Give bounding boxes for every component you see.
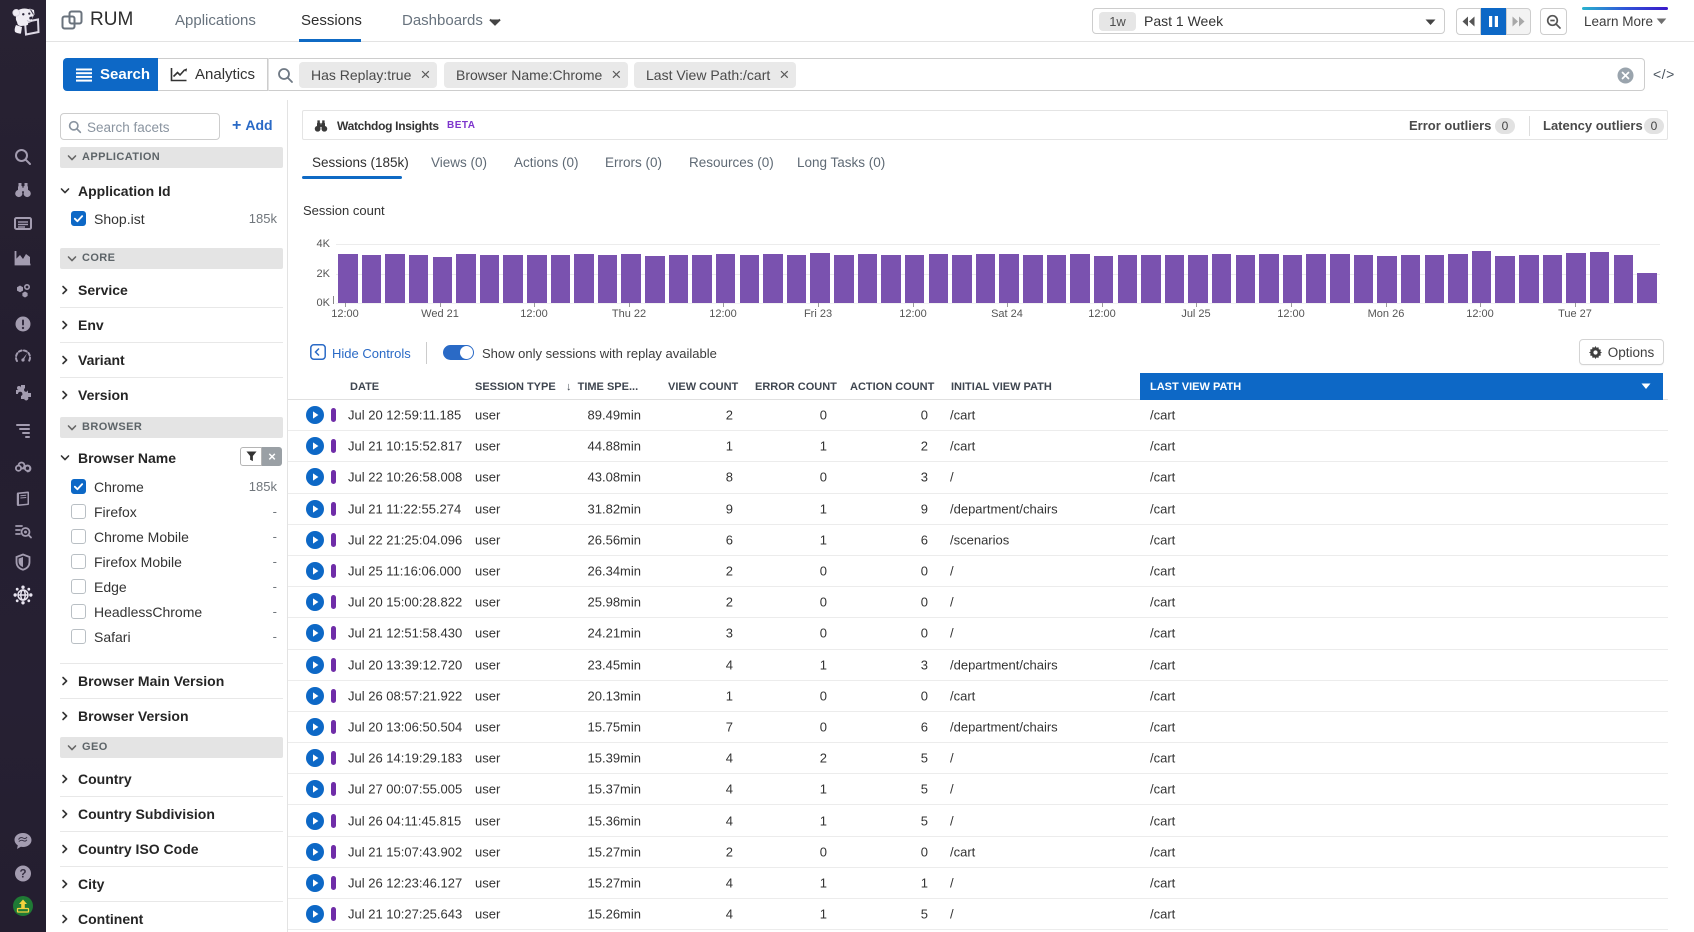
svg-text:?: ?	[19, 868, 26, 880]
